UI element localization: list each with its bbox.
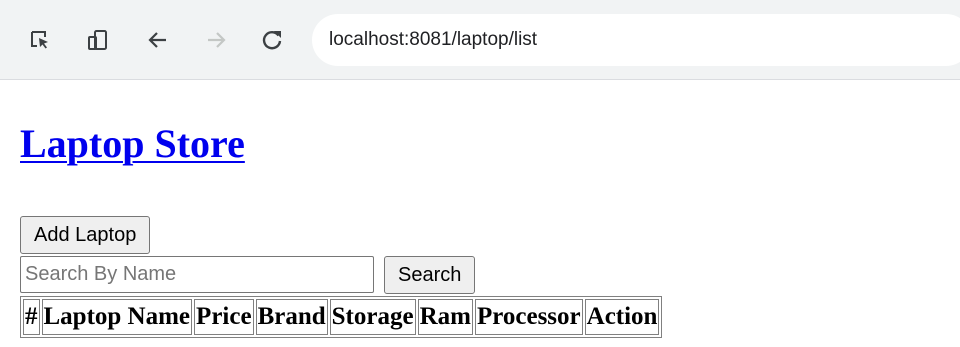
- column-header-price: Price: [194, 299, 254, 335]
- column-header-laptop-name: Laptop Name: [41, 299, 193, 335]
- search-button[interactable]: Search: [384, 256, 476, 294]
- column-header-ram: Ram: [417, 299, 473, 335]
- search-input[interactable]: [20, 256, 374, 293]
- laptop-table: # Laptop Name Price Brand Storage Ram Pr…: [20, 296, 663, 338]
- table-header-row: # Laptop Name Price Brand Storage Ram Pr…: [23, 299, 660, 335]
- column-header-brand: Brand: [255, 299, 328, 335]
- device-toolbar-icon[interactable]: [84, 26, 112, 54]
- back-arrow-icon[interactable]: [144, 26, 172, 54]
- reload-icon[interactable]: [258, 26, 286, 54]
- page-title[interactable]: Laptop Store: [20, 124, 245, 164]
- browser-toolbar: localhost:8081/laptop/list: [0, 0, 960, 80]
- address-bar[interactable]: localhost:8081/laptop/list: [312, 14, 960, 66]
- page-content: Laptop Store Add Laptop Search # Laptop …: [20, 80, 960, 347]
- column-header-processor: Processor: [474, 299, 583, 335]
- forward-arrow-icon: [202, 26, 230, 54]
- url-text: localhost:8081/laptop/list: [329, 29, 538, 50]
- inspect-icon[interactable]: [26, 26, 54, 54]
- column-header-index: #: [23, 299, 40, 335]
- column-header-action: Action: [584, 299, 660, 335]
- add-laptop-button[interactable]: Add Laptop: [20, 216, 151, 254]
- column-header-storage: Storage: [329, 299, 416, 335]
